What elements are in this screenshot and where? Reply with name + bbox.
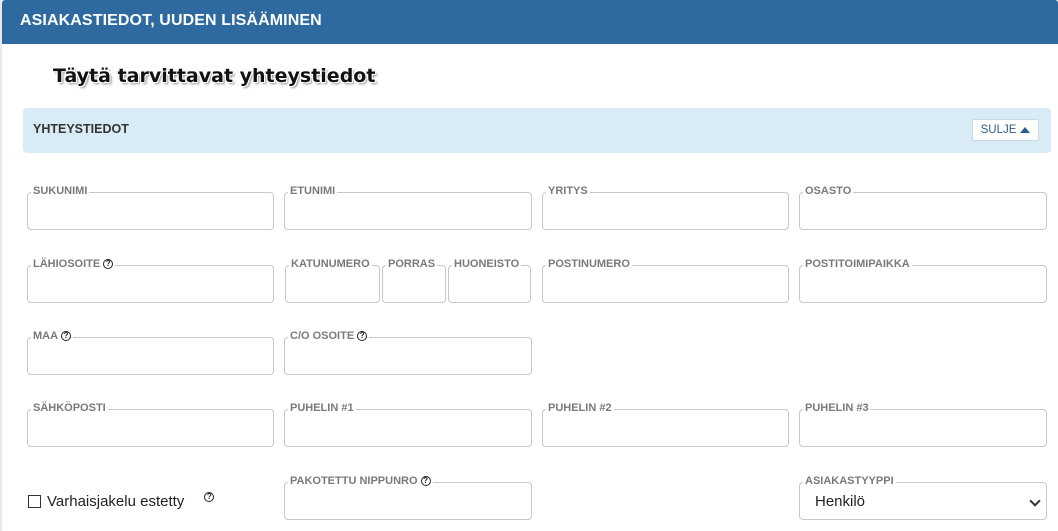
etunimi-field[interactable]: ETUNIMI — [284, 184, 532, 230]
close-section-label: SULJE — [980, 124, 1017, 136]
help-icon[interactable]: ? — [204, 491, 215, 502]
pakotettu-nippunro-label: PAKOTETTU NIPPUNRO? — [288, 474, 433, 488]
lahiosoite-field[interactable]: LÄHIOSOITE? — [27, 257, 274, 303]
asiakastyyppi-label: ASIAKASTYYPPI — [803, 474, 896, 488]
huoneisto-label: HUONEISTO — [452, 257, 522, 271]
postitoimipaikka-label: POSTITOIMIPAIKKA — [803, 257, 912, 271]
porras-label: PORRAS — [386, 257, 438, 271]
varhaisjakelu-checkbox-row[interactable]: Varhaisjakelu estetty ? — [28, 491, 215, 510]
puhelin3-field[interactable]: PUHELIN #3 — [799, 401, 1047, 447]
sukunimi-field[interactable]: SUKUNIMI — [27, 184, 274, 230]
window-title: ASIAKASTIEDOT, UUDEN LISÄÄMINEN — [20, 12, 322, 29]
postinumero-field[interactable]: POSTINUMERO — [542, 257, 789, 303]
maa-field[interactable]: MAA? — [27, 329, 274, 375]
co-osoite-field[interactable]: C/O OSOITE? — [284, 329, 532, 375]
help-icon[interactable]: ? — [103, 259, 114, 269]
title-bar: ASIAKASTIEDOT, UUDEN LISÄÄMINEN — [2, 0, 1058, 44]
varhaisjakelu-label: Varhaisjakelu estetty — [47, 493, 185, 510]
sahkoposti-field[interactable]: SÄHKÖPOSTI — [27, 401, 274, 447]
dialog-window: ASIAKASTIEDOT, UUDEN LISÄÄMINEN Täytä ta… — [2, 0, 1058, 531]
lahiosoite-label: LÄHIOSOITE? — [31, 257, 116, 271]
porras-field[interactable]: PORRAS — [382, 257, 446, 303]
puhelin2-field[interactable]: PUHELIN #2 — [542, 401, 789, 447]
instruction-callout: Täytä tarvittavat yhteystiedot — [53, 65, 376, 87]
katunumero-field[interactable]: KATUNUMERO — [285, 257, 380, 303]
osasto-label: OSASTO — [803, 184, 854, 198]
postitoimipaikka-field[interactable]: POSTITOIMIPAIKKA — [799, 257, 1047, 303]
maa-label: MAA? — [31, 329, 74, 343]
etunimi-label: ETUNIMI — [288, 184, 338, 198]
contact-section-header: YHTEYSTIEDOT SULJE — [23, 108, 1051, 153]
asiakastyyppi-value: Henkilö — [815, 493, 866, 510]
sahkoposti-label: SÄHKÖPOSTI — [31, 401, 108, 415]
yritys-field[interactable]: YRITYS — [542, 184, 789, 230]
section-title: YHTEYSTIEDOT — [33, 122, 129, 136]
puhelin3-label: PUHELIN #3 — [803, 401, 871, 415]
help-icon[interactable]: ? — [420, 476, 431, 486]
pakotettu-nippunro-field[interactable]: PAKOTETTU NIPPUNRO? — [284, 474, 532, 520]
yritys-label: YRITYS — [546, 184, 590, 198]
sukunimi-label: SUKUNIMI — [31, 184, 90, 198]
katunumero-label: KATUNUMERO — [289, 257, 372, 271]
triangle-up-icon — [1020, 127, 1031, 133]
puhelin2-label: PUHELIN #2 — [546, 401, 614, 415]
puhelin1-field[interactable]: PUHELIN #1 — [284, 401, 532, 447]
huoneisto-field[interactable]: HUONEISTO — [448, 257, 531, 303]
varhaisjakelu-checkbox[interactable] — [28, 495, 41, 508]
asiakastyyppi-select[interactable]: ASIAKASTYYPPI Henkilö — [799, 474, 1047, 520]
help-icon[interactable]: ? — [357, 331, 368, 341]
puhelin1-label: PUHELIN #1 — [288, 401, 356, 415]
co-osoite-label: C/O OSOITE? — [288, 329, 370, 343]
close-section-button[interactable]: SULJE — [972, 119, 1039, 141]
postinumero-label: POSTINUMERO — [546, 257, 632, 271]
help-icon[interactable]: ? — [61, 331, 72, 341]
osasto-field[interactable]: OSASTO — [799, 184, 1047, 230]
